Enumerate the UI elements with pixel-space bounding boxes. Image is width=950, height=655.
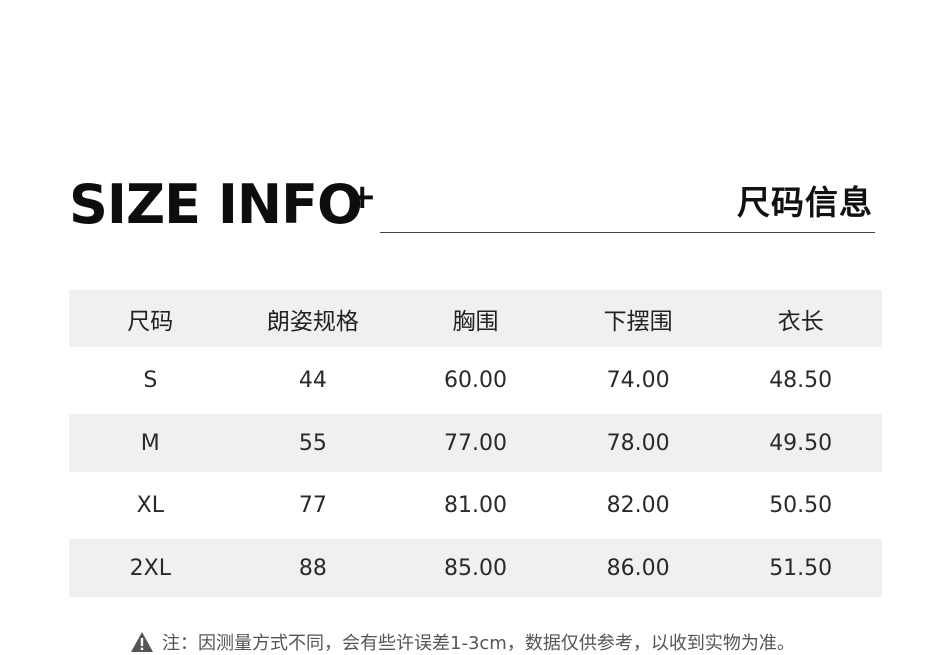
size-info-title: SIZE INFO [69, 173, 363, 236]
title-divider [380, 232, 875, 233]
table-header-row: 尺码 朗姿规格 胸围 下摆围 衣长 [69, 290, 882, 347]
warning-icon [131, 632, 153, 652]
table-row: 2XL 88 85.00 86.00 51.50 [69, 539, 882, 597]
cell-length: 50.50 [769, 493, 833, 518]
header-length: 衣长 [777, 308, 824, 335]
cell-chest: 77.00 [443, 430, 507, 456]
size-info-title-cn: 尺码信息 [737, 183, 873, 222]
header-size: 尺码 [127, 308, 174, 335]
table-row: M 55 77.00 78.00 49.50 [69, 414, 882, 472]
cell-size: XL [136, 493, 164, 518]
cell-hem: 78.00 [606, 430, 670, 456]
cell-hem: 74.00 [606, 368, 670, 393]
plus-mark: + [348, 177, 377, 217]
cell-chest: 85.00 [443, 555, 507, 581]
cell-length: 51.50 [769, 555, 833, 581]
cell-size: S [143, 368, 158, 393]
cell-spec: 88 [298, 555, 327, 581]
cell-spec: 44 [298, 368, 327, 393]
cell-hem: 86.00 [606, 555, 670, 581]
table-row: XL 77 81.00 82.00 50.50 [69, 472, 882, 539]
header-spec: 朗姿规格 [266, 308, 359, 335]
cell-spec: 77 [298, 493, 327, 518]
header-hem: 下摆围 [603, 308, 673, 335]
cell-size: 2XL [129, 555, 171, 581]
cell-size: M [140, 430, 160, 456]
header-chest: 胸围 [452, 308, 499, 335]
size-table: 尺码 朗姿规格 胸围 下摆围 衣长 S 44 60.00 74.00 48.50… [69, 290, 882, 597]
cell-length: 49.50 [769, 430, 833, 456]
table-row: S 44 60.00 74.00 48.50 [69, 347, 882, 414]
cell-chest: 81.00 [443, 493, 507, 518]
note-text: 注：因测量方式不同，会有些许误差1-3cm，数据仅供参考，以收到实物为准。 [162, 633, 795, 654]
cell-length: 48.50 [769, 368, 833, 393]
cell-chest: 60.00 [443, 368, 507, 393]
cell-spec: 55 [298, 430, 327, 456]
measurement-note: 注：因测量方式不同，会有些许误差1-3cm，数据仅供参考，以收到实物为准。 [130, 630, 795, 654]
cell-hem: 82.00 [606, 493, 670, 518]
